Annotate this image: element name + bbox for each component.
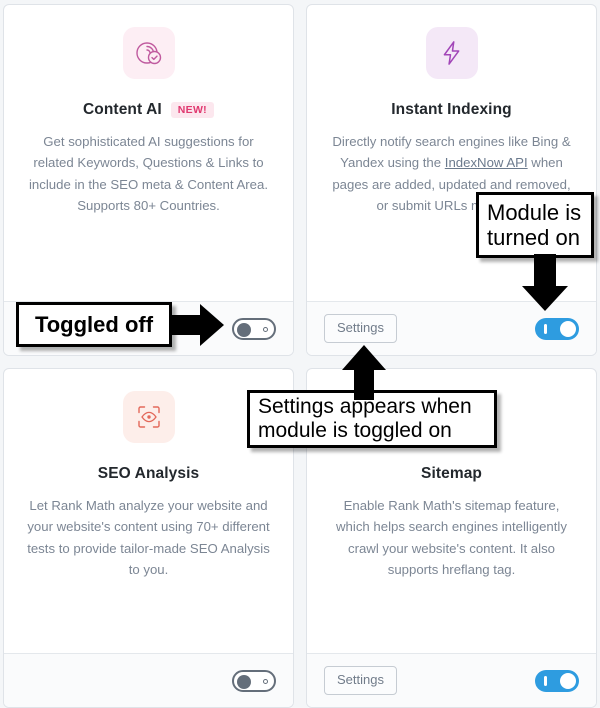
card-description: Get sophisticated AI suggestions for rel…	[29, 134, 268, 214]
module-toggle-instant-indexing[interactable]	[535, 317, 579, 340]
settings-button[interactable]: Settings	[324, 313, 397, 344]
arrow-right-icon	[170, 304, 224, 346]
arrow-down-icon	[522, 254, 568, 311]
arrow-up-icon	[342, 345, 386, 400]
modules-grid: Content AI NEW! Get sophisticated AI sug…	[0, 0, 600, 708]
annotation-module-on: Module is turned on	[476, 192, 594, 258]
toggle-knob	[237, 322, 251, 337]
toggle-knob	[560, 320, 576, 337]
toggle-indicator	[544, 675, 547, 686]
status-badge: NEW!	[170, 101, 214, 119]
card-footer	[4, 653, 293, 707]
card-description: Let Rank Math analyze your website and y…	[27, 498, 270, 578]
card-title: SEO Analysis	[97, 465, 200, 482]
toggle-knob	[237, 674, 251, 689]
card-title: Sitemap	[421, 465, 482, 482]
annotation-toggled-off: Toggled off	[16, 302, 172, 347]
card-title-row: Content AI NEW!	[83, 101, 214, 119]
eye-scan-icon	[122, 391, 175, 443]
card-title: Instant Indexing	[391, 101, 512, 118]
card-body: Content AI NEW! Get sophisticated AI sug…	[4, 5, 293, 301]
toggle-indicator	[263, 326, 268, 332]
module-toggle-content-ai[interactable]	[232, 317, 276, 340]
card-title: Content AI	[83, 101, 162, 118]
content-ai-icon	[122, 27, 175, 79]
module-toggle-seo-analysis[interactable]	[232, 669, 276, 692]
settings-button[interactable]: Settings	[324, 665, 397, 696]
indexnow-api-link[interactable]: IndexNow API	[445, 155, 528, 170]
lightning-bolt-icon	[425, 27, 478, 79]
toggle-indicator	[263, 678, 268, 684]
toggle-knob	[560, 672, 576, 689]
card-title-row: Sitemap	[421, 465, 482, 483]
card-footer: Settings	[307, 653, 596, 707]
card-description: Enable Rank Math's sitemap feature, whic…	[336, 498, 567, 578]
module-toggle-sitemap[interactable]	[535, 669, 579, 692]
toggle-indicator	[544, 323, 547, 334]
card-title-row: SEO Analysis	[98, 465, 199, 483]
card-title-row: Instant Indexing	[391, 101, 511, 119]
